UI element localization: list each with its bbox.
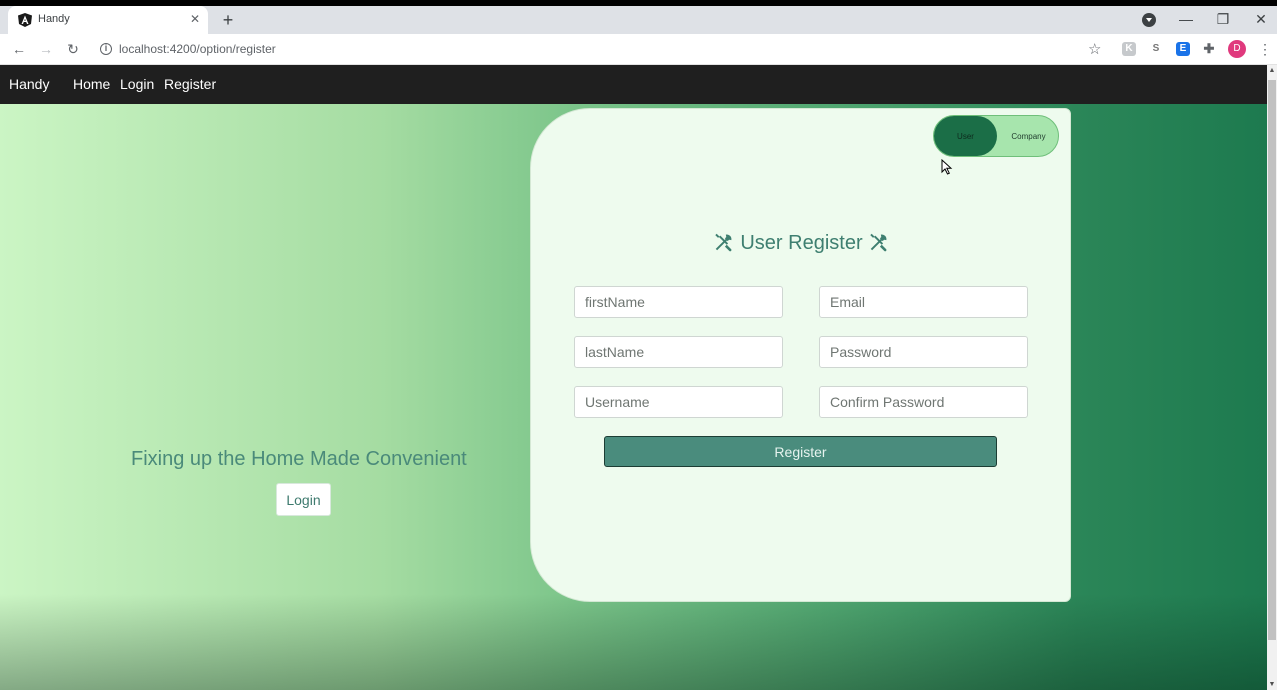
new-tab-icon[interactable]: + [218, 8, 238, 32]
hero-tagline: Fixing up the Home Made Convenient [131, 448, 467, 470]
extension-s-icon[interactable]: S [1149, 42, 1163, 56]
angular-favicon-icon [18, 13, 32, 27]
window-close-icon[interactable]: ✕ [1251, 9, 1271, 29]
bottom-shade [0, 594, 1267, 690]
browser-tab[interactable]: Handy ✕ [8, 6, 208, 34]
reload-icon[interactable]: ↻ [63, 39, 83, 59]
address-bar: ← → ↻ localhost:4200/option/register ☆ K… [0, 34, 1277, 65]
first-name-input[interactable] [574, 286, 783, 318]
extension-e-icon[interactable]: E [1176, 42, 1190, 56]
forward-icon[interactable]: → [36, 39, 56, 59]
scrollbar-thumb[interactable] [1268, 80, 1276, 640]
brand-link[interactable]: Handy [9, 76, 49, 92]
confirm-password-input[interactable] [819, 386, 1028, 418]
form-title-text: User Register [740, 232, 863, 254]
restore-icon[interactable]: ❐ [1213, 9, 1233, 29]
username-input[interactable] [574, 386, 783, 418]
register-card: User Company User Register firstName Ema… [530, 108, 1071, 602]
email-input[interactable] [819, 286, 1028, 318]
last-name-input[interactable] [574, 336, 783, 368]
extensions-puzzle-icon[interactable]: ✚ [1202, 42, 1216, 56]
nav-home-link[interactable]: Home [73, 76, 110, 92]
nav-register-link[interactable]: Register [164, 76, 216, 92]
account-type-toggle: User Company [933, 115, 1059, 157]
url-text[interactable]: localhost:4200/option/register [119, 42, 276, 56]
tab-title: Handy [38, 13, 70, 25]
toggle-company-button[interactable]: Company [997, 116, 1060, 156]
browser-menu-icon[interactable]: ⋮ [1258, 40, 1272, 58]
nav-login-link[interactable]: Login [120, 76, 154, 92]
extension-k-icon[interactable]: K [1122, 42, 1136, 56]
tab-search-icon[interactable] [1142, 13, 1156, 27]
page-background: Fixing up the Home Made Convenient Login… [0, 104, 1267, 690]
tab-close-icon[interactable]: ✕ [188, 11, 202, 27]
tools-icon [715, 233, 732, 252]
password-input[interactable] [819, 336, 1028, 368]
bookmark-star-icon[interactable]: ☆ [1088, 40, 1101, 58]
app-navbar: Handy Home Login Register [0, 65, 1267, 104]
hero-login-button[interactable]: Login [276, 483, 331, 516]
tools-icon [870, 233, 887, 252]
scroll-up-icon[interactable]: ▲ [1268, 67, 1276, 75]
toggle-user-button[interactable]: User [934, 116, 997, 156]
tab-bar: Handy ✕ + — ❐ ✕ [0, 6, 1277, 34]
site-info-icon[interactable] [100, 43, 112, 55]
mouse-cursor-icon [941, 159, 953, 175]
form-title: User Register [531, 231, 1072, 255]
back-icon[interactable]: ← [9, 39, 29, 59]
minimize-icon[interactable]: — [1176, 9, 1196, 29]
register-submit-button[interactable]: Register [604, 436, 997, 467]
profile-avatar[interactable]: D [1228, 40, 1246, 58]
scroll-down-icon[interactable]: ▼ [1268, 681, 1276, 689]
